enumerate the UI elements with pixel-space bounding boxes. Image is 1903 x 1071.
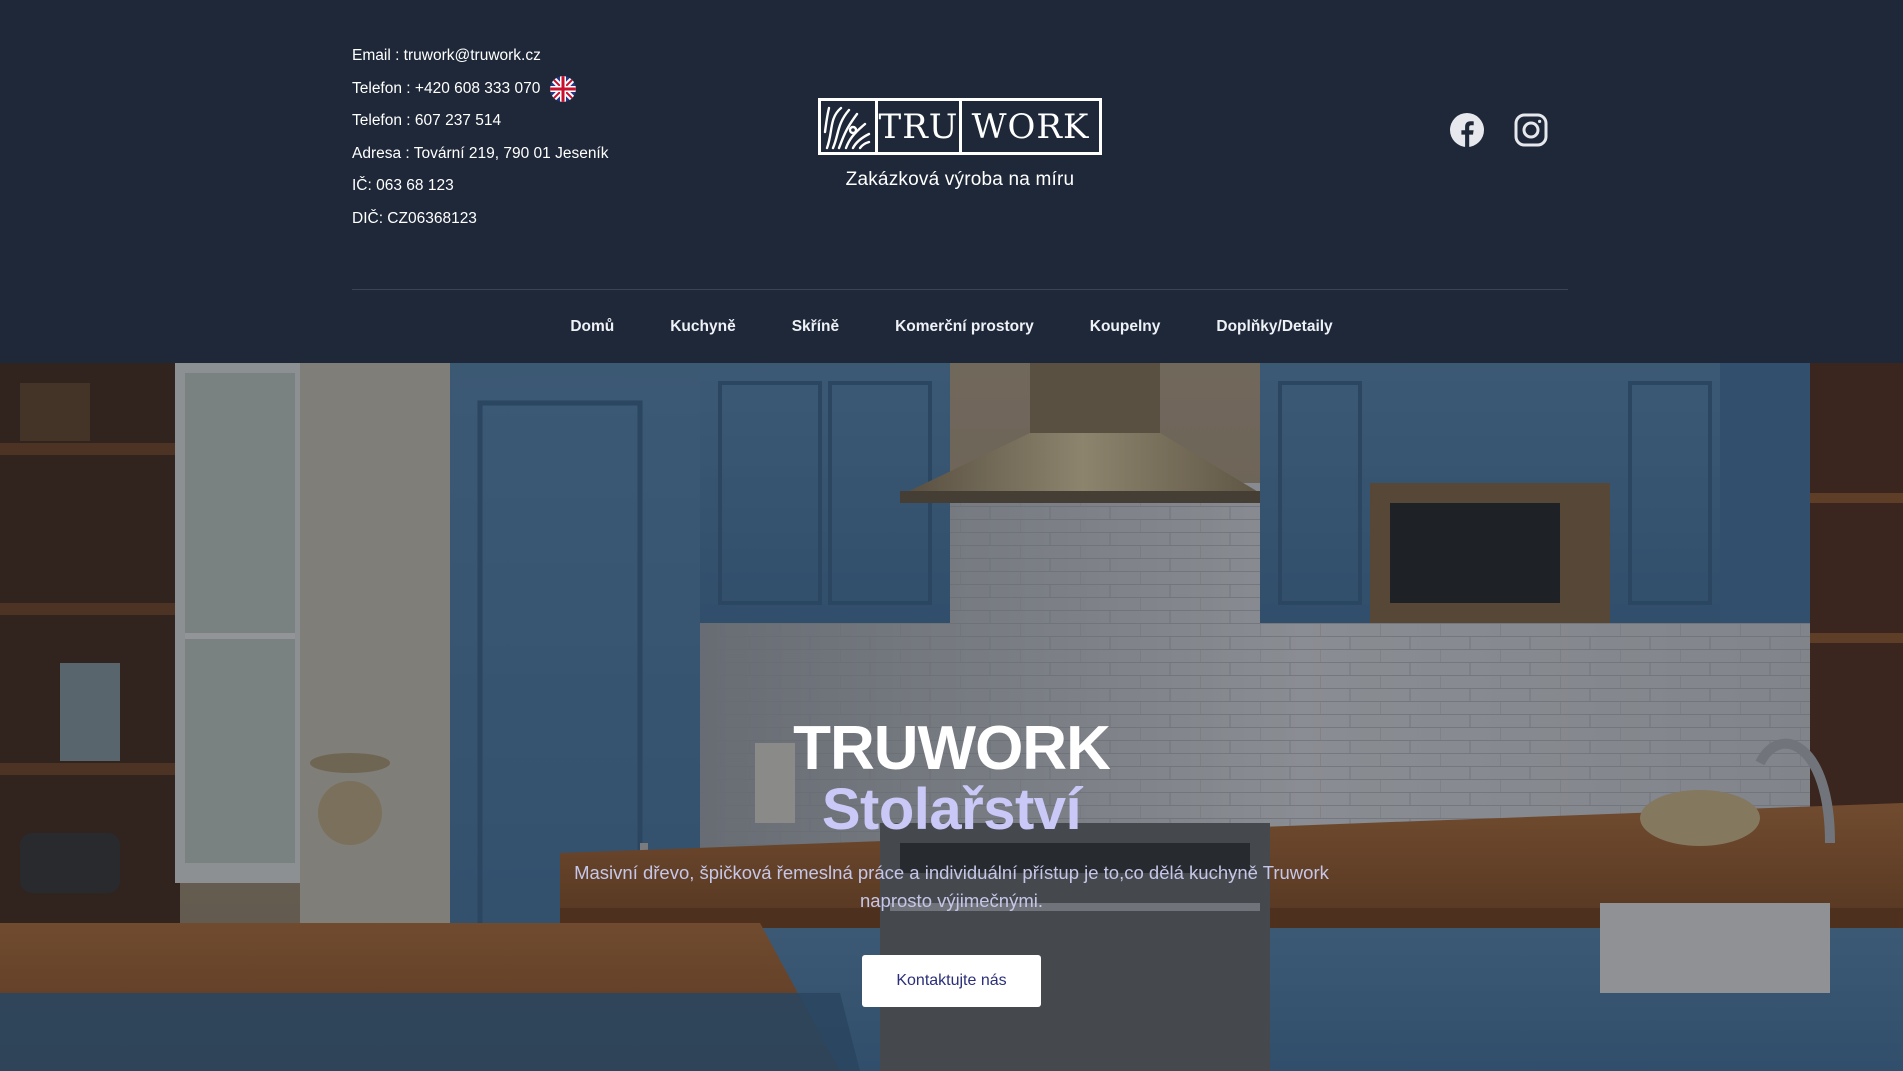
contact-phone-1-text[interactable]: Telefon : +420 608 333 070 [352, 80, 540, 98]
nav-item-domu[interactable]: Domů [542, 316, 642, 338]
contact-ic: IČ: 063 68 123 [352, 170, 609, 203]
contact-email: Email : truwork@truwork.cz [352, 40, 609, 73]
contact-phone-1: Telefon : +420 608 333 070 [352, 73, 609, 106]
brand: TRU WORK Zakázková výroba na míru [818, 98, 1102, 191]
wood-grain-logo-icon [821, 101, 878, 152]
contact-info: Email : truwork@truwork.cz Telefon : +42… [352, 40, 609, 235]
instagram-icon[interactable] [1513, 112, 1549, 148]
contact-dic-text: DIČ: CZ06368123 [352, 209, 477, 227]
hero-description: Masivní dřevo, špičková řemeslná práce a… [574, 862, 1329, 911]
site-logo[interactable]: TRU WORK [818, 98, 1102, 155]
hero-content: TRUWORK Stolařství Masivní dřevo, špičko… [0, 714, 1903, 1007]
nav-item-skrine[interactable]: Skříně [764, 316, 867, 338]
logo-text-work: WORK [971, 106, 1090, 147]
hero-title: TRUWORK [793, 714, 1111, 783]
uk-flag-icon[interactable] [550, 75, 577, 102]
header-divider [352, 289, 1568, 290]
contact-address-text: Adresa : Tovární 219, 790 01 Jeseník [352, 144, 609, 162]
nav-item-kuchyne[interactable]: Kuchyně [642, 316, 763, 338]
site-header: Email : truwork@truwork.cz Telefon : +42… [0, 0, 1903, 363]
nav-item-koupelny[interactable]: Koupelny [1062, 316, 1189, 338]
nav-item-doplnky-detaily[interactable]: Doplňky/Detaily [1188, 316, 1360, 338]
contact-us-button[interactable]: Kontaktujte nás [862, 955, 1041, 1007]
logo-text-tru: TRU [878, 101, 962, 152]
contact-email-text[interactable]: Email : truwork@truwork.cz [352, 47, 541, 65]
social-links [1449, 112, 1549, 148]
contact-dic: DIČ: CZ06368123 [352, 203, 609, 236]
main-nav: Domů Kuchyně Skříně Komerční prostory Ko… [0, 316, 1903, 338]
hero-section: TRUWORK Stolařství Masivní dřevo, špičko… [0, 363, 1903, 1071]
site-tagline: Zakázková výroba na míru [845, 169, 1075, 190]
facebook-icon[interactable] [1449, 112, 1485, 148]
contact-phone-2-text[interactable]: Telefon : 607 237 514 [352, 112, 501, 130]
contact-ic-text: IČ: 063 68 123 [352, 177, 454, 195]
hero-subtitle: Stolařství [821, 777, 1082, 842]
nav-item-komercni-prostory[interactable]: Komerční prostory [867, 316, 1062, 338]
contact-address: Adresa : Tovární 219, 790 01 Jeseník [352, 138, 609, 171]
contact-phone-2: Telefon : 607 237 514 [352, 105, 609, 138]
